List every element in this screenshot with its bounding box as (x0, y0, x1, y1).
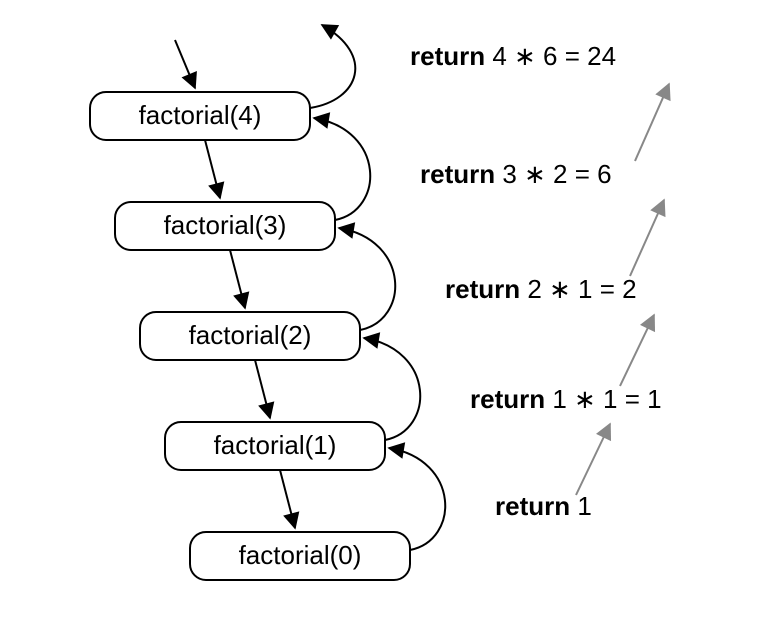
call-arrow-3-2 (230, 250, 245, 308)
entry-arrow (175, 40, 195, 88)
return-label-3: return 3 ∗ 2 = 6 (420, 159, 612, 189)
return-curve-4-out (310, 25, 355, 108)
flow-arrow-2-3 (630, 200, 664, 276)
return-label-1: return 1 ∗ 1 = 1 (470, 384, 662, 414)
flow-arrow-3-4 (635, 84, 669, 161)
label-f3: factorial(3) (164, 210, 287, 240)
label-f2: factorial(2) (189, 320, 312, 350)
call-arrow-2-1 (255, 360, 270, 418)
return-label-0: return 1 (495, 491, 592, 521)
return-label-2: return 2 ∗ 1 = 2 (445, 274, 637, 304)
flow-arrow-1-2 (620, 315, 654, 386)
flow-arrow-0-1 (576, 424, 610, 495)
return-label-4: return 4 ∗ 6 = 24 (410, 41, 616, 71)
call-arrow-1-0 (280, 470, 295, 528)
call-arrow-4-3 (205, 140, 220, 198)
label-f0: factorial(0) (239, 540, 362, 570)
label-f4: factorial(4) (139, 100, 262, 130)
label-f1: factorial(1) (214, 430, 337, 460)
